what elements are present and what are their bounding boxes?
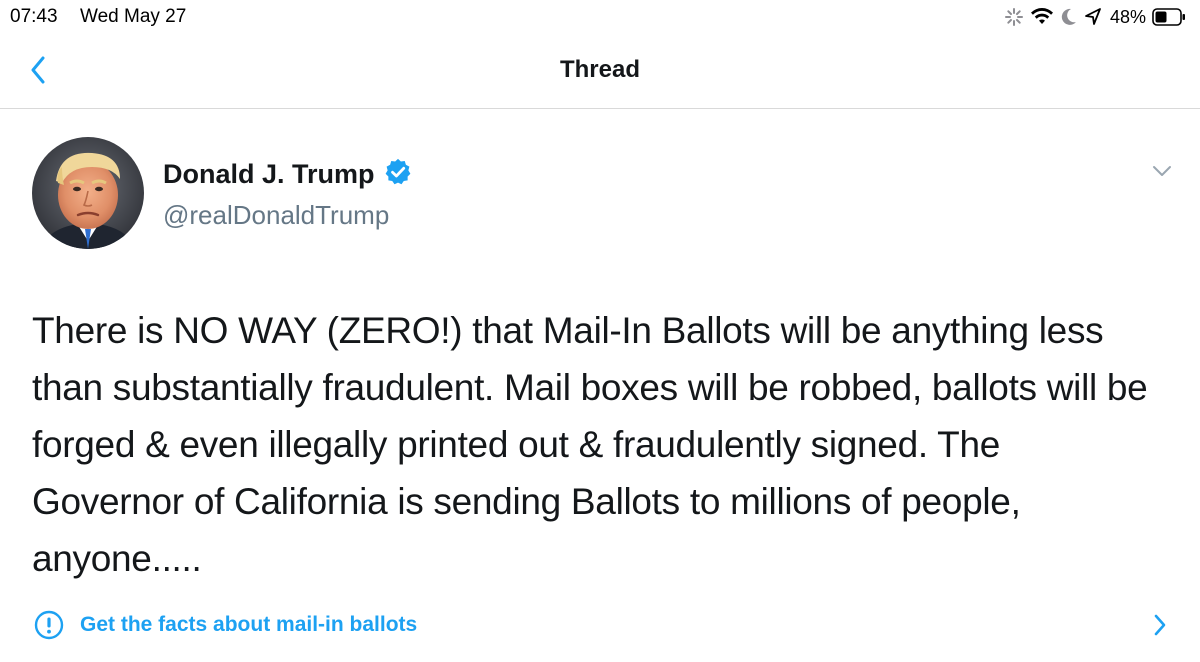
fact-check-link[interactable]: Get the facts about mail-in ballots bbox=[34, 609, 1174, 641]
battery-percent: 48% bbox=[1109, 6, 1146, 27]
author-handle[interactable]: @realDonaldTrump bbox=[163, 200, 389, 231]
chevron-right-icon bbox=[1146, 611, 1174, 639]
status-bar: 07:43 Wed May 27 48% bbox=[0, 0, 1200, 36]
chevron-down-icon bbox=[1152, 164, 1172, 182]
status-icons: 48% bbox=[1004, 5, 1186, 29]
location-icon bbox=[1084, 7, 1102, 27]
tweet[interactable]: Donald J. Trump @realDonaldTrump There i… bbox=[0, 109, 1200, 662]
do-not-disturb-icon bbox=[1060, 7, 1078, 27]
avatar[interactable] bbox=[32, 137, 144, 249]
author-name[interactable]: Donald J. Trump bbox=[163, 159, 375, 190]
page-title: Thread bbox=[559, 56, 640, 83]
tweet-options-button[interactable] bbox=[1148, 161, 1176, 185]
battery-icon bbox=[1152, 8, 1186, 26]
activity-icon bbox=[1004, 7, 1024, 27]
info-circle-icon bbox=[34, 610, 64, 640]
wifi-icon bbox=[1030, 7, 1054, 27]
verified-badge-icon bbox=[383, 157, 413, 192]
status-time: 07:43 bbox=[10, 6, 58, 27]
author-name-row: Donald J. Trump bbox=[163, 157, 413, 192]
tweet-text: There is NO WAY (ZERO!) that Mail-In Bal… bbox=[32, 310, 1148, 579]
fact-check-label[interactable]: Get the facts about mail-in ballots bbox=[80, 613, 417, 637]
nav-bar: Thread bbox=[0, 36, 1200, 109]
status-date: Wed May 27 bbox=[80, 6, 187, 27]
screen: 07:43 Wed May 27 48% Thread Donald J. Tr… bbox=[0, 0, 1200, 662]
